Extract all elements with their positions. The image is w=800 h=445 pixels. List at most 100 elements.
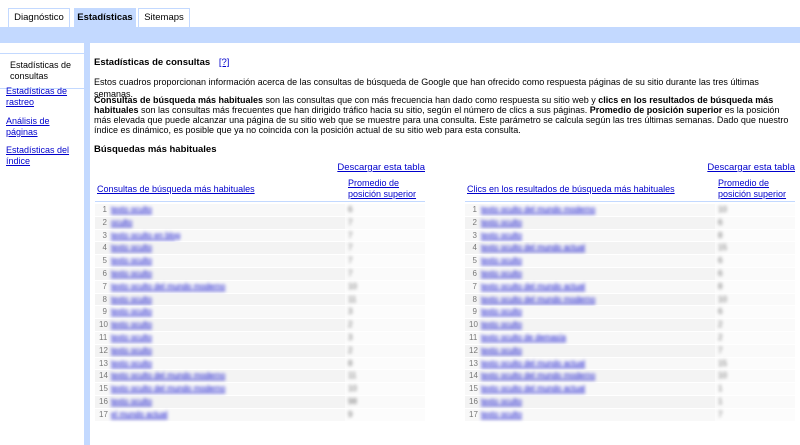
query-link[interactable]: texto oculto xyxy=(481,397,701,406)
row-number: 16 xyxy=(469,396,478,406)
tab-bar: Diagnóstico Estadísticas Sitemaps xyxy=(0,0,800,28)
position-value: 10 xyxy=(348,384,357,394)
position-value: 7 xyxy=(348,268,353,278)
query-link[interactable]: texto oculto del mundo moderno xyxy=(481,371,701,380)
row-number: 6 xyxy=(472,268,477,278)
table-row: 17 el mundo actual 9 xyxy=(95,408,425,422)
query-link[interactable]: texto oculto xyxy=(111,205,331,214)
query-link[interactable]: texto oculto xyxy=(481,320,701,329)
query-link[interactable]: oculto xyxy=(111,218,331,227)
query-link[interactable]: texto oculto xyxy=(481,231,701,240)
row-number: 13 xyxy=(469,358,478,368)
sidebar: Estadísticas de consultas Estadísticas d… xyxy=(0,43,87,445)
row-number: 1 xyxy=(472,205,477,214)
query-link[interactable]: texto oculto xyxy=(111,295,331,304)
query-link[interactable]: texto oculto xyxy=(111,256,331,265)
table-row: 12 texto oculto 2 xyxy=(95,344,425,358)
query-link[interactable]: texto oculto xyxy=(481,218,701,227)
query-link[interactable]: texto oculto del mundo actual xyxy=(481,384,701,393)
table-row: 14 texto oculto del mundo moderno 11 xyxy=(95,370,425,384)
query-link[interactable]: texto oculto del mundo moderno xyxy=(111,371,331,380)
desc-bold-1: Consultas de búsqueda más habituales xyxy=(94,95,264,105)
query-link[interactable]: texto oculto de demasía xyxy=(481,333,701,342)
position-value: 11 xyxy=(348,294,357,304)
sidebar-item-analisis-paginas[interactable]: Análisis de páginas xyxy=(6,116,82,138)
query-link[interactable]: texto oculto del mundo moderno xyxy=(111,282,331,291)
download-table-link[interactable]: Descargar esta tabla xyxy=(337,162,425,173)
query-link[interactable]: texto oculto xyxy=(111,320,331,329)
position-value: 6 xyxy=(718,256,723,266)
query-link[interactable]: texto oculto del mundo actual xyxy=(481,243,701,252)
table-header: Consultas de búsqueda más habituales Pro… xyxy=(95,178,425,202)
row-number: 12 xyxy=(469,345,478,355)
column-header-position[interactable]: Promedio de posición superior xyxy=(718,178,795,200)
query-link[interactable]: texto oculto del mundo moderno xyxy=(481,205,701,214)
table-row: 14 texto oculto del mundo moderno 10 xyxy=(465,370,795,384)
table-row: 3 texto oculto 8 xyxy=(465,229,795,243)
query-link[interactable]: texto oculto xyxy=(111,359,331,368)
tab-diagnostico[interactable]: Diagnóstico xyxy=(8,8,70,28)
query-link[interactable]: texto oculto en blog xyxy=(111,231,331,240)
position-value: 10 xyxy=(348,281,357,291)
query-link[interactable]: el mundo actual xyxy=(111,410,331,419)
table-row: 8 texto oculto del mundo moderno 10 xyxy=(465,293,795,307)
query-link[interactable]: texto oculto xyxy=(111,346,331,355)
table-row: 15 texto oculto del mundo actual 1 xyxy=(465,383,795,396)
query-link[interactable]: texto oculto xyxy=(481,269,701,278)
position-value: 3 xyxy=(348,307,353,317)
sidebar-item-estadisticas-rastreo[interactable]: Estadísticas de rastreo xyxy=(6,86,82,108)
query-link[interactable]: texto oculto xyxy=(481,256,701,265)
row-number: 10 xyxy=(99,320,108,330)
column-header-position[interactable]: Promedio de posición superior xyxy=(348,178,425,200)
query-link[interactable]: texto oculto xyxy=(481,410,701,419)
table-rows: 1 texto oculto del mundo moderno 10 2 texto … xyxy=(465,204,795,422)
row-number: 14 xyxy=(99,371,108,381)
row-number: 4 xyxy=(472,243,477,253)
query-link[interactable]: texto oculto xyxy=(111,307,331,316)
position-value: 7 xyxy=(348,256,353,266)
query-link[interactable]: texto oculto xyxy=(111,269,331,278)
table-row: 12 texto oculto 7 xyxy=(465,344,795,358)
position-value: 8 xyxy=(718,230,723,240)
query-link[interactable]: texto oculto del mundo moderno xyxy=(481,295,701,304)
column-header-queries[interactable]: Consultas de búsqueda más habituales xyxy=(97,184,255,194)
query-link[interactable]: texto oculto del mundo actual xyxy=(481,359,701,368)
row-number: 12 xyxy=(99,345,108,355)
table-header: Clics en los resultados de búsqueda más … xyxy=(465,178,795,202)
position-value: 8 xyxy=(718,281,723,291)
position-value: 7 xyxy=(348,217,353,227)
row-number: 11 xyxy=(99,332,108,342)
position-value: 2 xyxy=(718,332,723,342)
query-link[interactable]: texto oculto xyxy=(481,307,701,316)
table-row: 5 texto oculto 6 xyxy=(465,255,795,268)
column-header-clicks[interactable]: Clics en los resultados de búsqueda más … xyxy=(467,184,675,194)
table-row: 2 texto oculto 6 xyxy=(465,216,795,230)
query-link[interactable]: texto oculto xyxy=(111,333,331,342)
sidebar-item-estadisticas-indice[interactable]: Estadísticas del índice xyxy=(6,145,82,167)
row-number: 5 xyxy=(102,256,107,266)
row-number: 11 xyxy=(469,332,478,342)
main-content: Estadísticas de consultas [?] Estos cuad… xyxy=(90,43,800,445)
help-link[interactable]: [?] xyxy=(219,57,230,68)
query-link[interactable]: texto oculto xyxy=(481,346,701,355)
query-link[interactable]: texto oculto xyxy=(111,397,331,406)
row-number: 17 xyxy=(99,409,108,419)
query-link[interactable]: texto oculto xyxy=(111,243,331,252)
table-row: 9 texto oculto 3 xyxy=(95,306,425,320)
tab-sitemaps[interactable]: Sitemaps xyxy=(138,8,190,28)
table-row: 6 texto oculto 7 xyxy=(95,267,425,281)
query-link[interactable]: texto oculto del mundo moderno xyxy=(111,384,331,393)
row-number: 7 xyxy=(472,281,477,291)
table-row: 13 texto oculto 8 xyxy=(95,357,425,371)
sidebar-item-estadisticas-consultas[interactable]: Estadísticas de consultas xyxy=(0,53,87,89)
section-title: Búsquedas más habituales xyxy=(94,144,217,155)
position-value: 6 xyxy=(718,268,723,278)
position-value: 2 xyxy=(348,320,353,330)
desc-bold-3: Promedio de posición superior xyxy=(589,105,723,115)
position-value: 11 xyxy=(348,371,357,381)
table-row: 3 texto oculto en blog 7 xyxy=(95,229,425,243)
query-link[interactable]: texto oculto del mundo actual xyxy=(481,282,701,291)
tab-estadisticas[interactable]: Estadísticas xyxy=(74,8,136,28)
download-table-link[interactable]: Descargar esta tabla xyxy=(707,162,795,173)
table-row: 13 texto oculto del mundo actual 15 xyxy=(465,357,795,371)
